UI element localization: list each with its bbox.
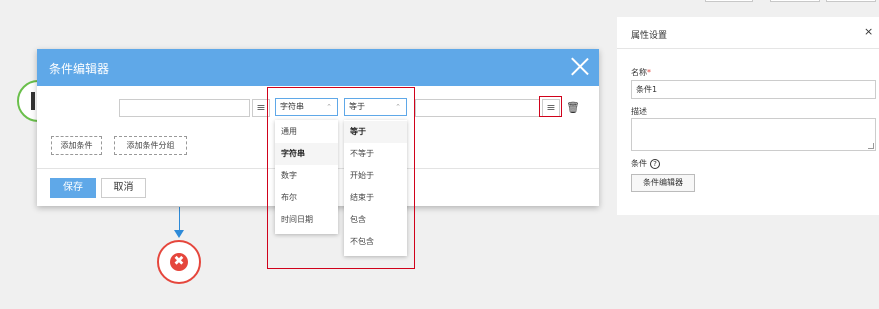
resize-handle-icon[interactable]	[868, 143, 874, 149]
condition-editor-button[interactable]: 条件编辑器	[631, 174, 695, 192]
highlight-box-dropdowns	[267, 87, 415, 269]
add-condition-group-button[interactable]: 添加条件分组	[114, 136, 187, 155]
name-label-text: 名称	[631, 68, 647, 77]
end-node[interactable]: ✖	[157, 240, 201, 284]
highlight-box-list-button	[539, 96, 562, 117]
toolbar-button-1[interactable]	[705, 0, 753, 2]
name-field[interactable]: 条件1	[631, 80, 876, 99]
end-x-icon: ✖	[170, 253, 188, 271]
help-icon[interactable]: ?	[650, 158, 660, 169]
required-mark: *	[647, 68, 651, 77]
dialog-close-icon[interactable]	[571, 57, 589, 75]
description-field[interactable]	[631, 118, 876, 151]
toolbar-button-3[interactable]	[826, 0, 876, 2]
condition-field-input[interactable]	[119, 99, 250, 117]
add-condition-button[interactable]: 添加条件	[51, 136, 102, 155]
condition-label-text: 条件	[631, 159, 647, 168]
flow-arrowhead	[174, 230, 184, 238]
save-button[interactable]: 保存	[50, 178, 96, 198]
dialog-header: 条件编辑器	[37, 49, 599, 86]
properties-panel: 属性设置 × 名称* 条件1 描述 条件? 条件编辑器	[617, 17, 879, 215]
description-label: 描述	[631, 107, 647, 116]
toolbar-button-2[interactable]	[770, 0, 820, 2]
close-icon[interactable]: ×	[864, 25, 873, 38]
panel-title: 属性设置	[631, 31, 668, 41]
trash-icon[interactable]: 🗑	[566, 102, 580, 114]
dialog-title: 条件编辑器	[49, 62, 110, 76]
start-node-marker	[31, 92, 35, 110]
panel-header: 属性设置 ×	[617, 17, 879, 49]
cancel-button[interactable]: 取消	[101, 178, 146, 198]
condition-label: 条件?	[631, 158, 660, 169]
condition-value-input[interactable]	[415, 99, 540, 117]
name-label: 名称*	[631, 67, 651, 78]
